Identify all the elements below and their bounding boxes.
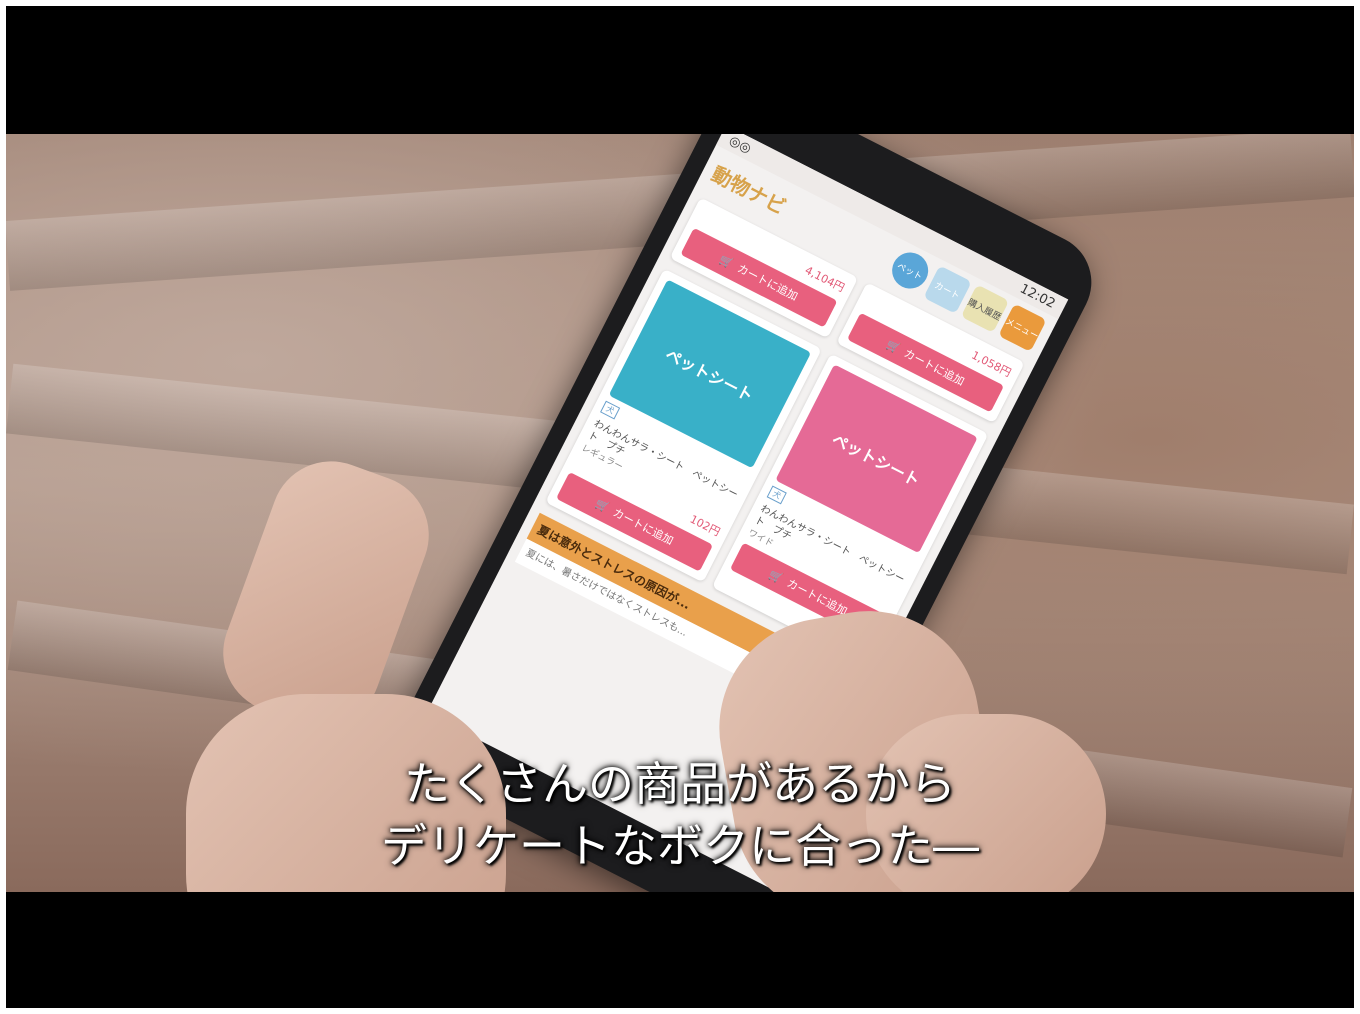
- subtitle-line-2: デリケートなボクに合った―: [381, 819, 979, 873]
- cart-icon: 🛒: [884, 337, 903, 356]
- cart-icon: 🛒: [717, 252, 736, 271]
- cart-icon: 🛒: [767, 567, 786, 585]
- category-tag: 犬: [766, 485, 787, 505]
- subtitle-line-1: たくさんの商品があるから: [404, 757, 956, 811]
- category-tag: 犬: [600, 400, 621, 420]
- video-frame: ◎◎ 12:02 動物ナビ ペット カート 購入履歴 メニュー 4,104円 🛒…: [6, 6, 1354, 1008]
- nav-menu-button[interactable]: メニュー: [998, 303, 1047, 352]
- cart-icon: 🛒: [593, 496, 612, 515]
